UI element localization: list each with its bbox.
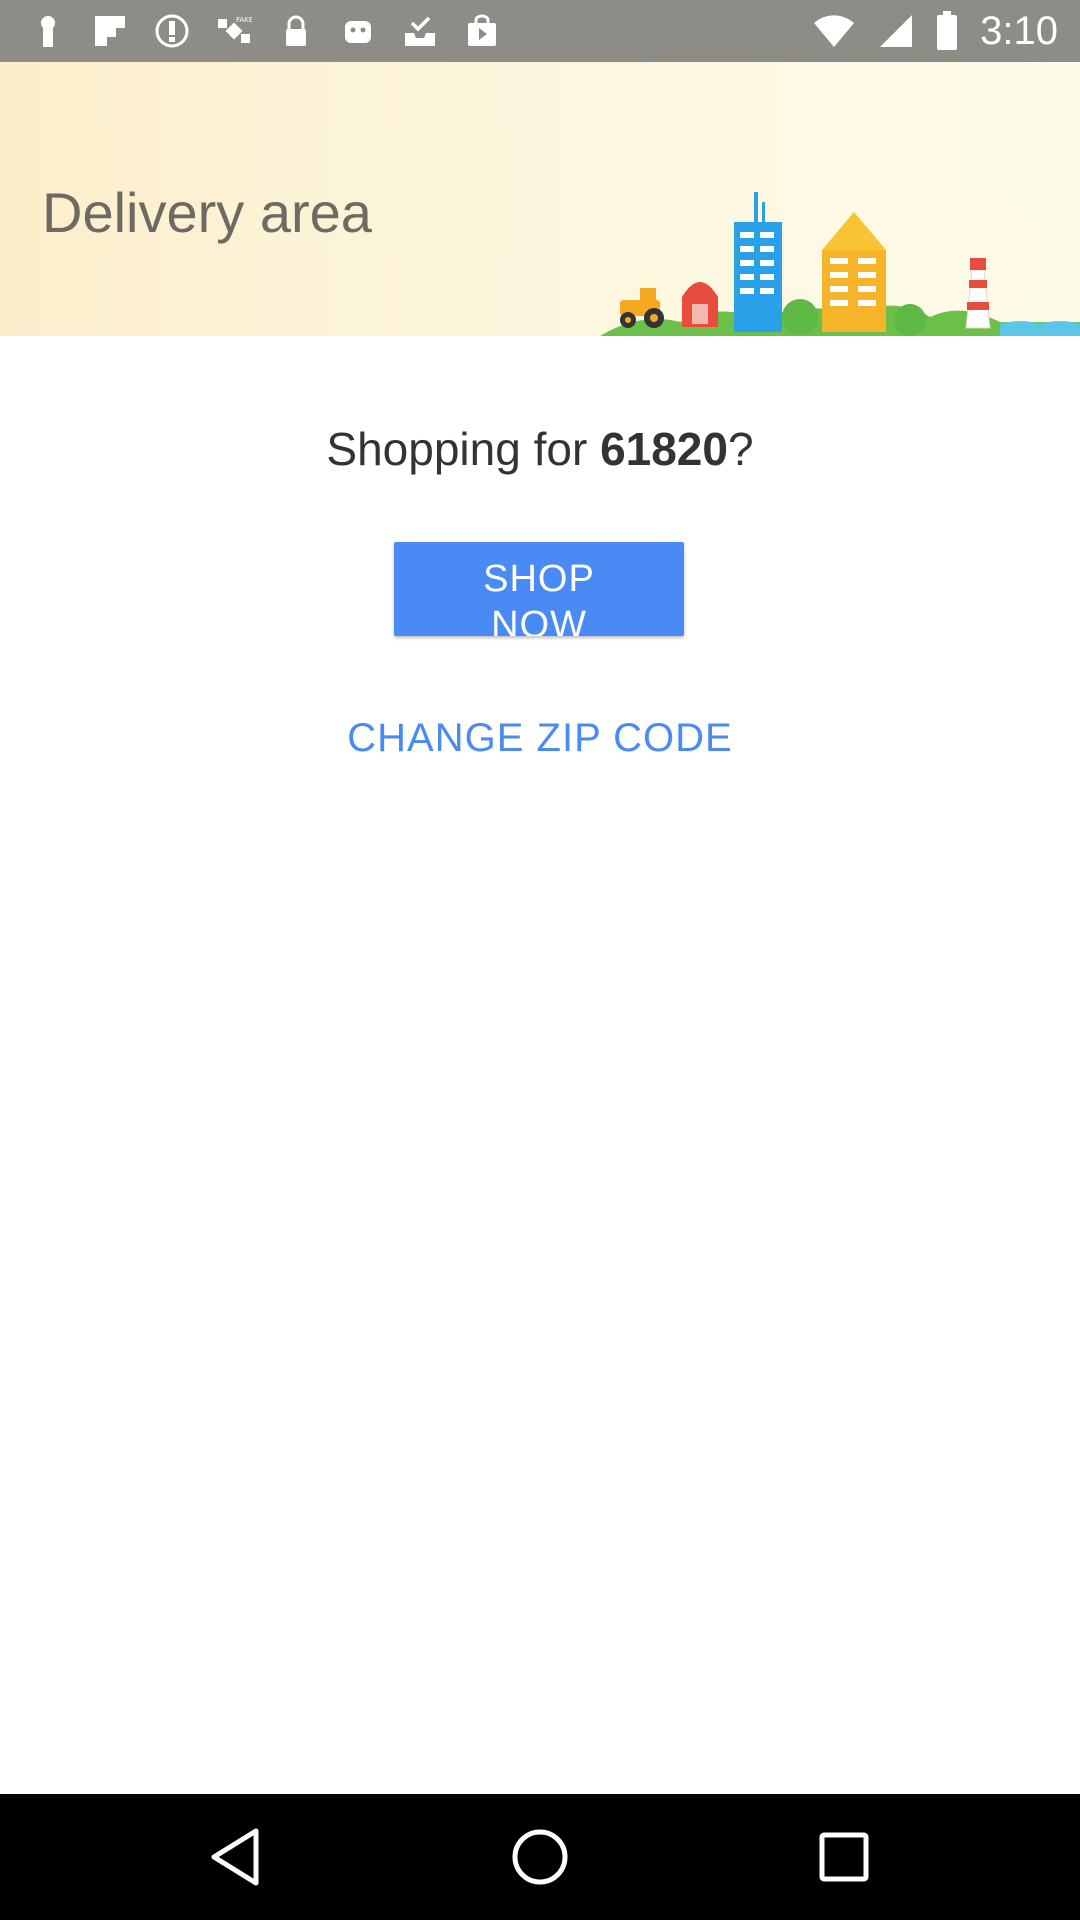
battery-icon: [936, 11, 958, 51]
shopping-suffix: ?: [727, 423, 754, 475]
recents-icon[interactable]: [806, 1819, 882, 1895]
status-bar: FAKE 3:10: [0, 0, 1080, 62]
info-circle-icon: [154, 13, 190, 49]
status-left-icons: FAKE: [0, 13, 500, 49]
page-title: Delivery area: [42, 181, 372, 244]
zip-code: 61820: [600, 423, 728, 475]
flipboard-icon: [92, 13, 128, 49]
city-illustration-icon: [600, 192, 1080, 336]
back-icon[interactable]: [198, 1819, 274, 1895]
shopping-for-text: Shopping for 61820?: [0, 422, 1080, 476]
lock-icon: [278, 13, 314, 49]
keyhole-icon: [30, 13, 66, 49]
inbox-check-icon: [402, 13, 438, 49]
wifi-icon: [812, 13, 856, 49]
cell-signal-icon: [878, 13, 914, 49]
svg-text:FAKE: FAKE: [236, 16, 252, 24]
home-icon[interactable]: [502, 1819, 578, 1895]
play-bag-icon: [464, 13, 500, 49]
fake-gps-satellite-icon: FAKE: [216, 13, 252, 49]
android-robot-icon: [340, 13, 376, 49]
navigation-bar: [0, 1794, 1080, 1920]
header-banner: Delivery area: [0, 62, 1080, 336]
status-right: 3:10: [812, 0, 1058, 62]
status-time: 3:10: [980, 8, 1058, 53]
shopping-prefix: Shopping for: [326, 423, 601, 475]
shop-now-label: SHOP NOW: [483, 558, 595, 636]
change-zip-code-link[interactable]: CHANGE ZIP CODE: [0, 716, 1080, 761]
shop-now-button[interactable]: SHOP NOW: [394, 542, 684, 636]
